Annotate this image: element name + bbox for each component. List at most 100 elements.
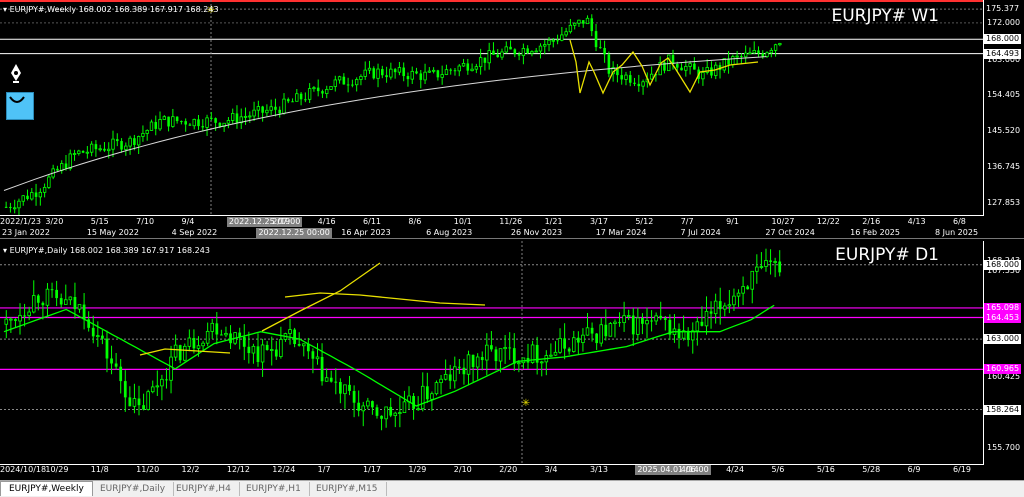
candle (513, 48, 517, 58)
chart-tab-bar: EURJPY#,Weekly EURJPY#,Daily EURJPY#,H4 … (0, 480, 1024, 497)
candle (380, 415, 383, 431)
tab-eurjpy-daily[interactable]: EURJPY#,Daily (92, 482, 175, 496)
candle (77, 149, 81, 156)
candle (363, 61, 367, 80)
candle (748, 47, 752, 55)
candle (346, 77, 350, 93)
tab-eurjpy-h4[interactable]: EURJPY#,H4 (168, 482, 240, 496)
time-label: 12/22 (816, 217, 840, 226)
candle (321, 89, 324, 98)
smile-indicator-icon[interactable] (6, 92, 34, 120)
candle (595, 333, 599, 350)
candle (613, 319, 617, 338)
candle (727, 289, 732, 314)
time-label: 8/6 (408, 217, 422, 226)
candle (654, 312, 658, 326)
candle (410, 66, 414, 84)
time-label: 1/21 (544, 217, 563, 226)
tab-eurjpy-h1[interactable]: EURJPY#,H1 (238, 482, 310, 496)
candle (224, 326, 228, 338)
candle (85, 145, 90, 159)
candle (453, 356, 457, 389)
candle (773, 257, 777, 278)
candle (406, 72, 410, 87)
candle (470, 63, 474, 72)
time-label: 12/2 (181, 465, 200, 474)
candle (50, 282, 54, 298)
weekly-plot-area[interactable]: ✳ ▾ EURJPY#,Weekly 168.002 168.389 167.9… (0, 0, 984, 216)
candle (98, 144, 102, 152)
daily-chart-panel[interactable]: ✳ ▾ EURJPY#,Daily 168.002 168.389 167.91… (0, 241, 1024, 476)
daily-moving-average (3, 304, 775, 407)
candle (21, 195, 25, 206)
candle (688, 60, 692, 75)
time-label: 10/27 (771, 217, 795, 226)
time-label: 6/9 (907, 465, 921, 474)
candle (307, 83, 312, 103)
time-label: 2/10 (453, 465, 472, 474)
time-label: 3/17 (589, 217, 608, 226)
candle (628, 70, 632, 87)
candle (372, 66, 376, 80)
candle (415, 67, 418, 75)
candle (389, 397, 393, 418)
candle (500, 48, 504, 60)
candle (142, 393, 145, 411)
candle (312, 86, 316, 92)
candle (681, 315, 686, 341)
daily-plot-area[interactable]: ✳ ▾ EURJPY#,Daily 168.002 168.389 167.91… (0, 241, 984, 465)
time-label: 4/24 (726, 465, 745, 474)
weekly-price-axis[interactable]: 175.377172.000168.000164.493163.000154.4… (984, 0, 1024, 238)
tab-eurjpy-m15[interactable]: EURJPY#,M15 (308, 482, 387, 496)
candle (389, 62, 393, 80)
time-label: 1/7 (317, 465, 331, 474)
candle (59, 293, 63, 308)
candle (366, 397, 370, 410)
candle (521, 357, 526, 369)
candle (412, 393, 415, 420)
candle (167, 116, 170, 132)
candle (351, 79, 354, 88)
candle (631, 307, 635, 346)
candle (82, 293, 86, 330)
candle (132, 383, 137, 414)
weekly-time-axis[interactable]: 2022/1/23 3/20 5/15 7/10 9/4 2022.12.25 07:00… (0, 217, 983, 238)
candle (291, 98, 294, 103)
candle (616, 64, 619, 83)
candle (329, 370, 333, 383)
candle (210, 318, 215, 339)
candle (558, 328, 562, 354)
weekly-chart-panel[interactable]: ✳ ▾ EURJPY#,Weekly 168.002 168.389 167.9… (0, 0, 1024, 239)
candle (238, 327, 242, 350)
candle (282, 93, 286, 115)
crosshair-time-label: 2022.12.25 07:00 (226, 217, 303, 227)
pen-tool-icon[interactable] (6, 62, 32, 88)
candle (581, 328, 585, 352)
candle (337, 75, 342, 84)
candle (567, 347, 571, 355)
candle (490, 331, 493, 352)
candle (385, 66, 388, 83)
daily-price-axis[interactable]: 168.243168.000167.550165.098164.453163.0… (984, 241, 1024, 476)
daily-time-axis[interactable]: 2024/10/18 10/29 11/8 11/20 12/2 12/12 12/24 1/… (0, 465, 983, 476)
daily-price-svg[interactable]: ✳ (0, 241, 983, 464)
date-label: 15 May 2022 (86, 228, 139, 237)
candle (750, 270, 755, 304)
candle (269, 99, 273, 115)
candle (210, 112, 213, 121)
candle (128, 135, 132, 155)
candle (622, 301, 626, 332)
tab-eurjpy-weekly[interactable]: EURJPY#,Weekly (0, 481, 93, 496)
candle (436, 69, 440, 81)
candle (757, 46, 760, 57)
candle (47, 174, 51, 189)
weekly-price-svg[interactable]: ✳ (0, 0, 983, 215)
candle (165, 367, 168, 389)
candle (251, 343, 256, 364)
candle (101, 330, 104, 345)
price-label: 145.520 (987, 126, 1021, 136)
candle (444, 64, 449, 76)
candle (755, 254, 759, 284)
candle (618, 312, 621, 327)
candle (722, 58, 726, 73)
